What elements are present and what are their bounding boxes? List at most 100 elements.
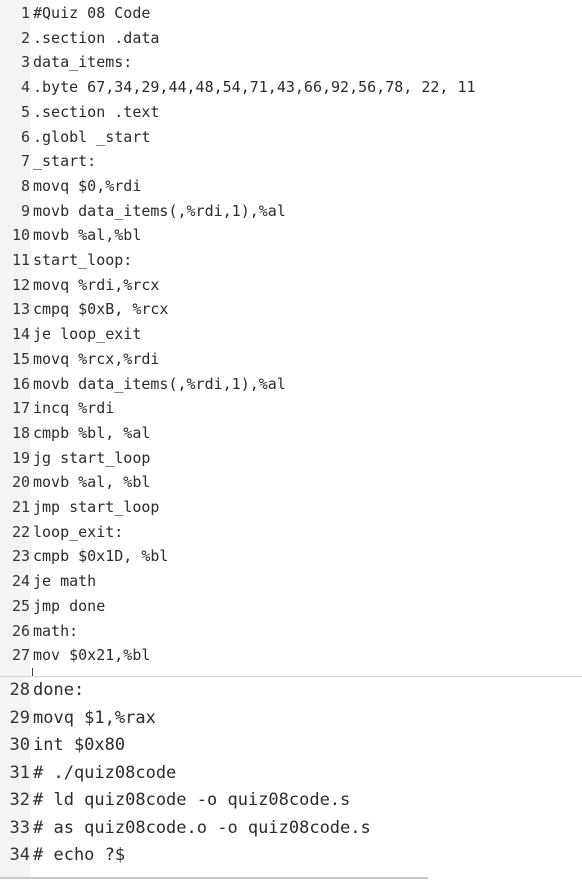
code-line[interactable]: 22 loop_exit: (0, 520, 123, 544)
line-number: 1 (20, 4, 30, 22)
code-line[interactable]: 1 #Quiz 08 Code (0, 1, 150, 25)
code-text[interactable]: # echo ?$ (31, 845, 125, 865)
code-line[interactable]: 3 data_items: (0, 50, 132, 74)
line-number: 3 (20, 53, 30, 72)
code-text[interactable]: jmp start_loop (31, 498, 159, 516)
code-text[interactable]: je math (31, 572, 96, 590)
line-number: 10 (11, 226, 30, 245)
code-text[interactable]: cmpq $0xB, %rcx (31, 300, 168, 318)
line-number: 18 (11, 423, 30, 442)
line-number: 32 (9, 790, 30, 810)
code-line[interactable]: 20 movb %al, %bl (0, 470, 150, 494)
code-text[interactable]: # ld quiz08code -o quiz08code.s (31, 790, 350, 810)
code-text[interactable]: movq %rdi,%rcx (31, 276, 159, 294)
code-line[interactable]: 9 movb data_items(,%rdi,1),%al (0, 199, 286, 223)
line-number: 19 (11, 448, 30, 467)
line-number: 29 (9, 707, 30, 728)
line-number: 33 (9, 817, 30, 838)
code-line[interactable]: 8 movq $0,%rdi (0, 174, 141, 198)
line-number: 24 (11, 572, 30, 591)
code-line[interactable]: 34 # echo ?$ (0, 843, 126, 867)
code-text[interactable]: movb %al,%bl (31, 226, 141, 244)
code-text[interactable]: .section .data (31, 29, 159, 47)
line-number: 22 (11, 522, 30, 541)
code-line[interactable]: 11 start_loop: (0, 248, 132, 272)
code-text[interactable]: # as quiz08code.o -o quiz08code.s (31, 818, 371, 838)
line-number: 14 (11, 325, 30, 344)
code-line[interactable]: 15 movq %rcx,%rdi (0, 347, 160, 371)
line-number: 21 (11, 498, 30, 516)
code-line[interactable]: 23 cmpb $0x1D, %bl (0, 544, 169, 568)
code-line[interactable]: 10 movb %al,%bl (0, 223, 141, 247)
code-line[interactable]: 28 done: (0, 678, 85, 702)
code-line[interactable]: 4 .byte 67,34,29,44,48,54,71,43,66,92,56,… (0, 75, 476, 99)
code-text[interactable]: done: (31, 680, 84, 700)
code-text[interactable]: .globl _start (31, 128, 150, 146)
code-text[interactable]: _start: (31, 152, 96, 170)
code-text[interactable]: movb data_items(,%rdi,1),%al (31, 202, 286, 220)
line-number: 26 (11, 621, 30, 640)
code-text[interactable]: cmpb $0x1D, %bl (31, 547, 168, 565)
code-pane-top[interactable]: 1 #Quiz 08 Code 2 .section .data 3 data_items… (0, 0, 582, 677)
code-line[interactable]: 21 jmp start_loop (0, 495, 160, 519)
text-cursor (32, 668, 33, 676)
line-number: 28 (9, 680, 30, 700)
line-number: 30 (9, 735, 30, 755)
line-number: 23 (11, 547, 30, 566)
code-text[interactable]: movq %rcx,%rdi (31, 350, 159, 368)
code-text[interactable]: incq %rdi (31, 399, 114, 417)
code-text[interactable]: movq $0,%rdi (31, 177, 141, 195)
line-number: 17 (11, 399, 30, 418)
code-pane-bottom[interactable]: 28 done: 29 movq $1,%rax 30 int $0x80 31 # ./qu… (0, 677, 428, 879)
code-text[interactable]: .section .text (31, 103, 159, 121)
code-line[interactable]: 25 jmp done (0, 594, 105, 618)
code-text[interactable]: loop_exit: (31, 523, 123, 541)
line-number: 11 (11, 251, 30, 269)
code-line[interactable]: 24 je math (0, 569, 96, 593)
code-line[interactable]: 2 .section .data (0, 26, 159, 50)
code-line[interactable]: 33 # as quiz08code.o -o quiz08code.s (0, 816, 371, 840)
code-text[interactable]: mov $0x21,%bl (31, 646, 150, 664)
line-number: 15 (11, 349, 30, 368)
line-number: 5 (20, 102, 30, 121)
code-line[interactable]: 6 .globl _start (0, 125, 150, 149)
code-text[interactable]: jmp done (31, 597, 105, 615)
code-line[interactable]: 18 cmpb %bl, %al (0, 421, 150, 445)
code-text[interactable]: movb data_items(,%rdi,1),%al (31, 375, 286, 393)
line-number: 31 (9, 762, 30, 783)
code-line[interactable]: 26 math: (0, 619, 78, 643)
line-number: 20 (11, 473, 30, 492)
code-line[interactable]: 27 mov $0x21,%bl (0, 643, 150, 667)
code-line[interactable]: 13 cmpq $0xB, %rcx (0, 297, 169, 321)
code-text[interactable]: movb %al, %bl (31, 473, 150, 491)
code-text[interactable]: # ./quiz08code (31, 763, 176, 783)
code-text[interactable]: int $0x80 (31, 735, 125, 755)
code-line[interactable]: 30 int $0x80 (0, 733, 126, 757)
code-line[interactable]: 29 movq $1,%rax (0, 706, 156, 730)
code-text[interactable]: start_loop: (31, 251, 132, 269)
code-line[interactable]: 16 movb data_items(,%rdi,1),%al (0, 372, 286, 396)
line-number: 27 (11, 646, 30, 665)
code-text[interactable]: .byte 67,34,29,44,48,54,71,43,66,92,56,7… (31, 78, 476, 96)
code-line[interactable]: 17 incq %rdi (0, 396, 114, 420)
code-line[interactable]: 31 # ./quiz08code (0, 761, 177, 785)
line-number: 34 (9, 845, 30, 865)
code-text[interactable]: #Quiz 08 Code (31, 4, 150, 22)
line-number: 8 (20, 176, 30, 195)
code-line[interactable]: 19 jg start_loop (0, 446, 150, 470)
code-line[interactable]: 32 # ld quiz08code -o quiz08code.s (0, 788, 351, 812)
code-text[interactable]: data_items: (31, 53, 132, 71)
line-number: 16 (11, 374, 30, 393)
code-text[interactable]: cmpb %bl, %al (31, 424, 150, 442)
code-text[interactable]: movq $1,%rax (31, 708, 156, 728)
code-text[interactable]: math: (31, 622, 78, 640)
code-line[interactable]: 5 .section .text (0, 100, 159, 124)
code-line[interactable]: 12 movq %rdi,%rcx (0, 273, 160, 297)
line-number: 7 (20, 152, 30, 171)
code-line[interactable]: 7 _start: (0, 149, 96, 173)
line-number: 9 (20, 201, 30, 220)
line-number: 12 (11, 275, 30, 294)
code-text[interactable]: je loop_exit (31, 325, 141, 343)
code-text[interactable]: jg start_loop (31, 449, 150, 467)
code-line[interactable]: 14 je loop_exit (0, 322, 141, 346)
